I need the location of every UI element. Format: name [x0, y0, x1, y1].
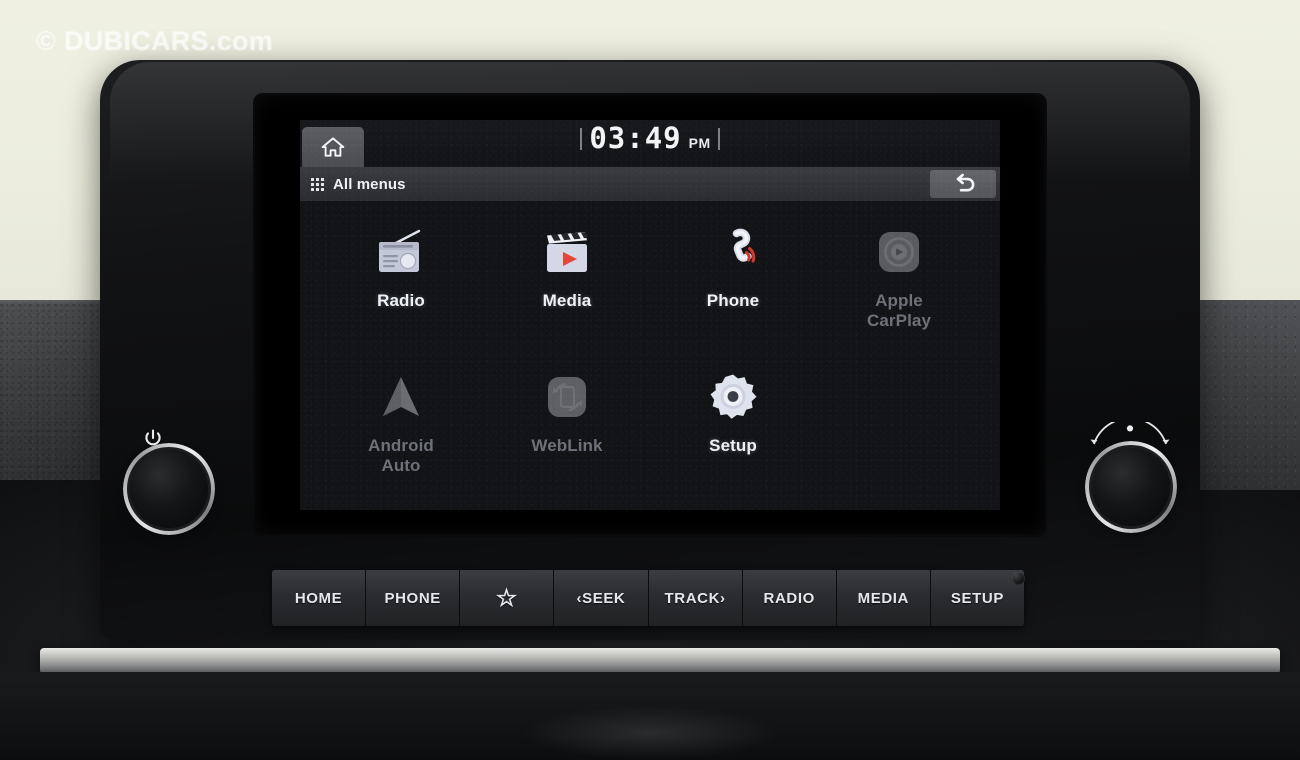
volume-power-knob[interactable]	[123, 443, 215, 535]
menu-tile-android-auto[interactable]: Android Auto	[318, 354, 484, 499]
knob-ring-left	[123, 443, 215, 535]
hw-button-radio[interactable]: RADIO	[742, 570, 837, 626]
clock-separator-right	[717, 127, 720, 150]
hw-button-media[interactable]: MEDIA	[836, 570, 931, 626]
lower-vent-shadow	[520, 706, 780, 760]
radio-icon	[372, 225, 430, 281]
home-icon	[321, 137, 345, 157]
menu-label-media: Media	[542, 291, 592, 310]
menu-label-weblink: WebLink	[531, 435, 603, 455]
title-bar: All menus	[300, 167, 1000, 201]
menu-label-phone: Phone	[706, 291, 760, 310]
menu-tile-media[interactable]: Media	[484, 209, 650, 354]
hw-button-phone[interactable]: PHONE	[366, 570, 461, 626]
menu-label-radio: Radio	[377, 291, 425, 310]
hardware-button-bar: HOME PHONE ☆ ‹SEEK TRACK› RADIO MEDIA SE…	[272, 570, 1024, 626]
menu-tile-radio[interactable]: Radio	[318, 209, 484, 354]
apps-grid-icon	[311, 177, 324, 191]
phone-handset-icon	[705, 225, 761, 281]
all-menus-grid: Radio Media Phone Apple CarPlay Android …	[300, 201, 1000, 510]
menu-tile-weblink[interactable]: WebLink	[484, 354, 650, 499]
clock: 03:49 PM	[300, 124, 1000, 153]
menu-label-apple-carplay: Apple CarPlay	[866, 291, 932, 331]
clock-time: 03:49	[589, 121, 682, 155]
knob-ring-right	[1085, 441, 1177, 533]
tune-knob[interactable]	[1085, 441, 1177, 533]
status-bar: 03:49 PM	[300, 120, 1000, 167]
menu-label-setup: Setup	[709, 435, 757, 455]
back-arrow-icon	[956, 173, 975, 192]
page-title: All menus	[333, 175, 406, 193]
home-tab-button[interactable]	[302, 127, 364, 167]
hw-button-seek[interactable]: ‹SEEK	[554, 570, 649, 626]
dashboard-scene: 03:49 PM All menus Radio Media Phone App…	[0, 0, 1300, 760]
hw-button-home[interactable]: HOME	[272, 570, 367, 626]
chrome-trim-strip	[40, 648, 1280, 674]
menu-tile-setup[interactable]: Setup	[650, 354, 816, 499]
android-auto-icon	[373, 370, 429, 426]
apple-carplay-icon	[872, 225, 926, 281]
hw-button-favorite-star[interactable]: ☆	[460, 570, 555, 626]
clock-separator-left	[580, 127, 583, 150]
clock-ampm: PM	[688, 135, 711, 151]
menu-tile-phone[interactable]: Phone	[650, 209, 816, 354]
setup-gear-icon	[705, 370, 761, 426]
menu-tile-empty	[816, 354, 982, 499]
ir-sensor-hole	[1012, 572, 1025, 585]
back-button[interactable]	[930, 170, 996, 198]
hw-button-setup[interactable]: SETUP	[930, 570, 1024, 626]
watermark: © DUBICARS.com	[36, 26, 274, 56]
menu-tile-apple-carplay[interactable]: Apple CarPlay	[816, 209, 982, 354]
hw-button-track[interactable]: TRACK›	[648, 570, 743, 626]
media-clapper-icon	[539, 225, 595, 281]
weblink-icon	[540, 370, 594, 426]
infotainment-screen[interactable]: 03:49 PM All menus Radio Media Phone App…	[300, 120, 1000, 510]
menu-label-android-auto: Android Auto	[368, 435, 434, 475]
